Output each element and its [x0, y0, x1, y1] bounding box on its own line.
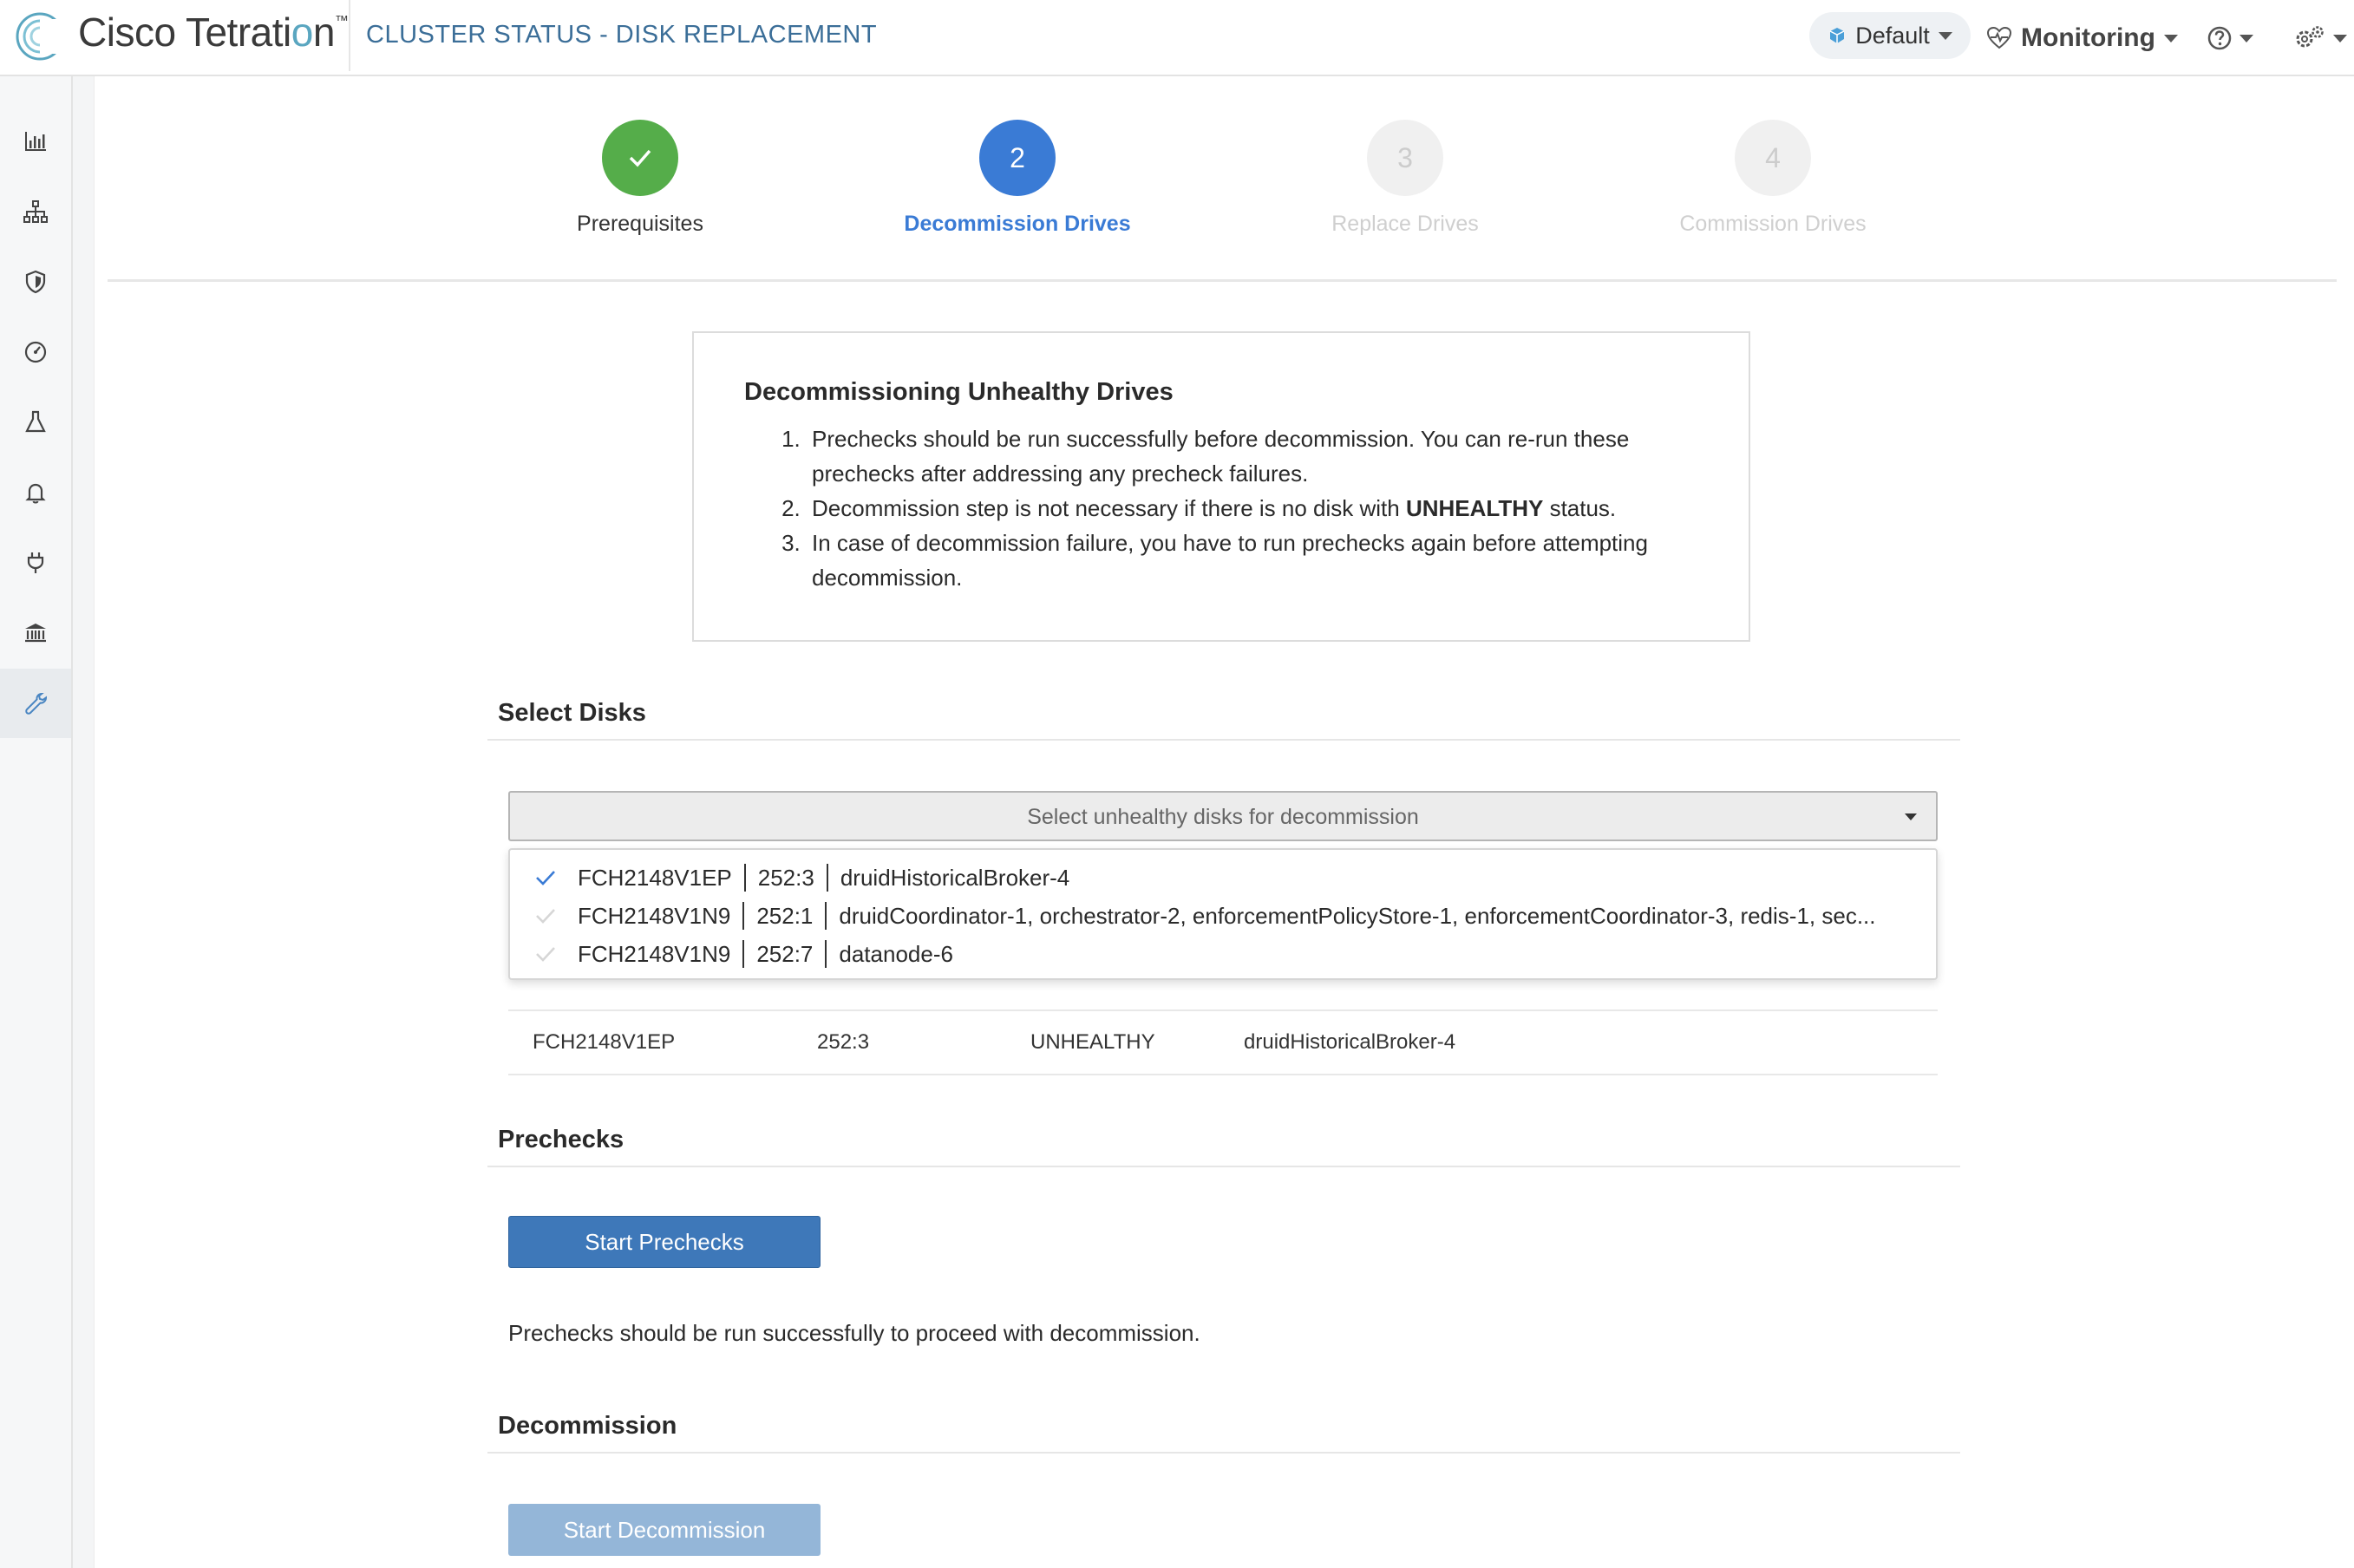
disk-option[interactable]: FCH2148V1N9 252:1 druidCoordinator-1, orch… [534, 897, 1876, 935]
dashboard-gauge-icon [24, 341, 47, 363]
chevron-down-icon [1938, 31, 1952, 40]
page-title: CLUSTER STATUS - DISK REPLACEMENT [366, 21, 878, 49]
chevron-down-icon [2333, 34, 2347, 42]
sidebar-item-monitoring[interactable] [0, 317, 71, 387]
disk-option[interactable]: FCH2148V1N9 252:7 datanode-6 [534, 935, 953, 973]
heartbeat-icon [1986, 26, 2012, 49]
chevron-down-icon [2163, 34, 2178, 42]
table-row: FCH2148V1EP 252:3 UNHEALTHY druidHistori… [508, 1009, 1938, 1075]
start-prechecks-button[interactable]: Start Prechecks [508, 1216, 821, 1268]
cube-icon [1829, 28, 1845, 43]
section-divider [487, 1166, 1960, 1167]
step-label: Commission Drives [1679, 212, 1867, 236]
step-complete-indicator [602, 120, 678, 196]
sidebar-item-dashboard[interactable] [0, 107, 71, 176]
select-placeholder: Select unhealthy disks for decommission [1027, 805, 1419, 829]
sidebar-item-organization[interactable] [0, 598, 71, 668]
help-menu[interactable] [2207, 19, 2253, 57]
step-label: Prerequisites [577, 212, 703, 236]
info-item: Prechecks should be run successfully bef… [807, 421, 1709, 491]
check-icon [534, 868, 560, 887]
plug-icon [27, 552, 44, 573]
flask-icon [25, 410, 46, 433]
step-prerequisites[interactable]: Prerequisites [467, 120, 814, 237]
step-number: 2 [979, 120, 1056, 196]
app-logo-text[interactable]: Cisco Tetration™ [78, 9, 349, 56]
step-number: 3 [1367, 120, 1443, 196]
tetration-logo-icon [16, 12, 66, 61]
stepper-divider [108, 279, 2337, 282]
info-item: In case of decommission failure, you hav… [807, 526, 1709, 595]
bell-icon [25, 483, 46, 504]
gears-icon [2296, 26, 2324, 48]
check-icon [534, 944, 560, 964]
scope-label: Default [1855, 22, 1930, 49]
cell-serial: FCH2148V1EP [533, 1030, 676, 1054]
prechecks-heading: Prechecks [498, 1126, 624, 1153]
select-disks-heading: Select Disks [498, 699, 646, 727]
scope-selector[interactable]: Default [1809, 12, 1971, 59]
decommission-heading: Decommission [498, 1412, 677, 1440]
cell-slot: 252:3 [817, 1030, 870, 1054]
prechecks-note: Prechecks should be run successfully to … [508, 1320, 1200, 1346]
info-list: Prechecks should be run successfully bef… [775, 421, 1709, 595]
wrench-icon [25, 692, 48, 715]
step-replace-drives: 3 Replace Drives [1232, 120, 1579, 237]
sidebar [0, 76, 73, 1568]
chevron-down-icon [2240, 34, 2253, 42]
step-label: Replace Drives [1331, 212, 1479, 236]
start-decommission-button[interactable]: Start Decommission [508, 1504, 821, 1556]
help-icon [2207, 26, 2232, 50]
monitoring-menu[interactable]: Monitoring [1986, 19, 2178, 57]
section-divider [487, 739, 1960, 741]
cell-affected-vms: druidHistoricalBroker-4 [1244, 1030, 1456, 1054]
info-title: Decommissioning Unhealthy Drives [744, 378, 1174, 406]
cell-status: UNHEALTHY [1030, 1030, 1155, 1054]
settings-menu[interactable] [2293, 19, 2347, 57]
step-commission-drives: 4 Commission Drives [1599, 120, 1946, 237]
sidebar-item-topology[interactable] [0, 177, 71, 246]
sidebar-item-alerts[interactable] [0, 458, 71, 527]
check-icon [534, 906, 560, 925]
header-divider [349, 0, 350, 71]
info-item: Decommission step is not necessary if th… [807, 491, 1709, 526]
disk-option[interactable]: FCH2148V1EP 252:3 druidHistoricalBroker-4 [534, 859, 1069, 897]
content-gutter [73, 76, 95, 1568]
step-number: 4 [1735, 120, 1811, 196]
disk-select-dropdown[interactable]: Select unhealthy disks for decommission [508, 791, 1938, 841]
sidebar-item-lab[interactable] [0, 388, 71, 457]
section-divider [487, 1452, 1960, 1454]
network-tree-icon [23, 200, 48, 223]
bank-icon [25, 624, 46, 643]
disk-options-menu: FCH2148V1EP 252:3 druidHistoricalBroker-4 … [508, 848, 1938, 980]
sidebar-item-connectors[interactable] [0, 528, 71, 598]
top-navbar: Cisco Tetration™ CLUSTER STATUS - DISK R… [0, 0, 2354, 76]
monitoring-label: Monitoring [2021, 23, 2155, 52]
shield-icon [25, 270, 46, 294]
step-decommission-drives[interactable]: 2 Decommission Drives [844, 120, 1191, 237]
step-label: Decommission Drives [904, 212, 1131, 236]
sidebar-item-security[interactable] [0, 247, 71, 317]
caret-down-icon [1905, 813, 1917, 820]
sidebar-item-maintenance[interactable] [0, 669, 71, 738]
bar-chart-icon [25, 132, 46, 151]
checkmark-icon [629, 149, 651, 167]
